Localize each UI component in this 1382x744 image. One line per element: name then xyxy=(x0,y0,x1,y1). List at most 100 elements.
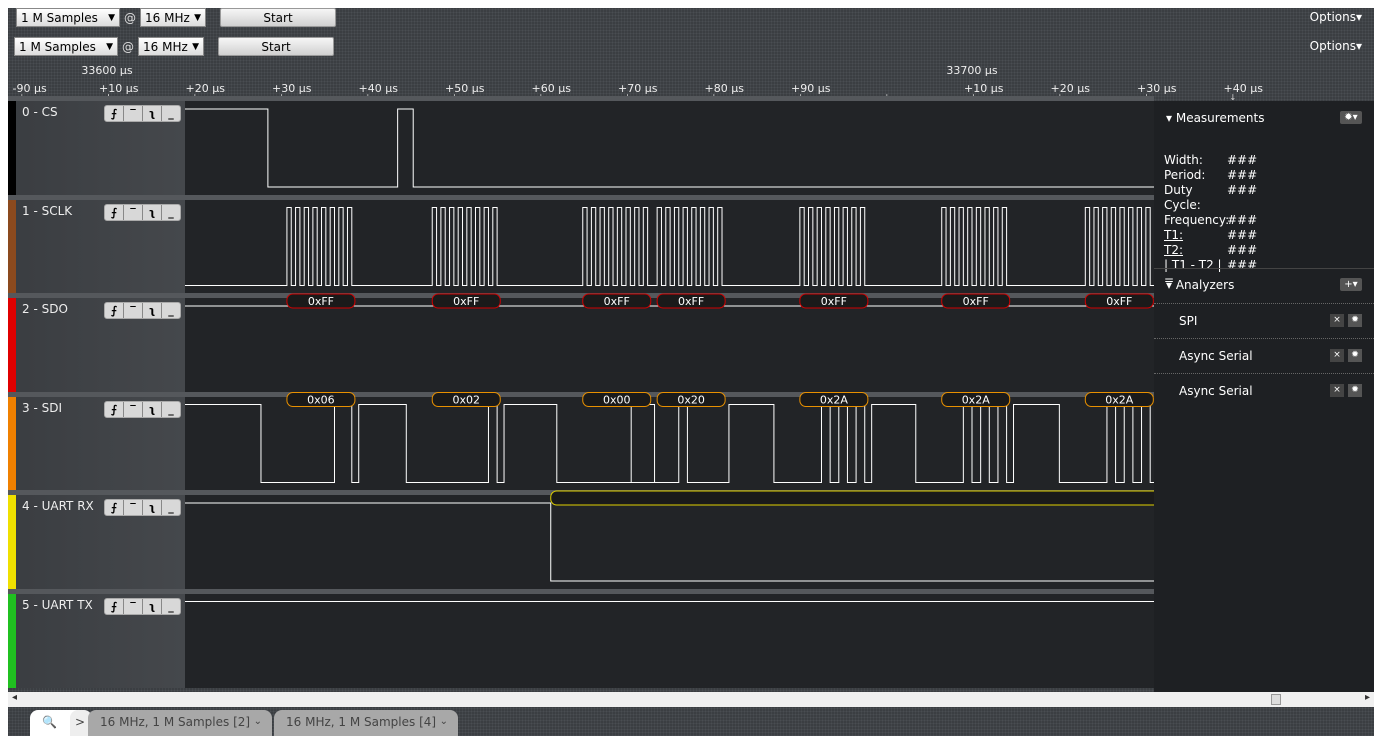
channel-label[interactable]: 1 - SCLK ⨍ ‾ ʅ _ xyxy=(8,199,185,294)
trigger-falling-icon[interactable]: ʅ xyxy=(143,598,162,614)
sample-count-select[interactable]: 1 M Samples ▼ xyxy=(16,8,120,27)
analyzers-header[interactable]: ▾ Analyzers xyxy=(1166,278,1234,292)
measurement-value: ### xyxy=(1227,183,1258,197)
ruler-major-label: 33700 µs xyxy=(946,64,998,77)
decoded-byte-label: 0x2A xyxy=(820,394,849,407)
scroll-thumb[interactable] xyxy=(1271,694,1281,705)
trigger-high-icon[interactable]: ‾ xyxy=(124,401,143,417)
start-button[interactable]: Start xyxy=(218,37,334,56)
decoded-byte-label: 0xFF xyxy=(963,295,989,308)
sample-count-value: 1 M Samples xyxy=(21,10,98,25)
analyzer-name: Async Serial xyxy=(1179,349,1253,363)
trigger-high-icon[interactable]: ‾ xyxy=(124,204,143,220)
trigger-rising-icon[interactable]: ⨍ xyxy=(105,401,124,417)
decoded-byte-label: 0xFF xyxy=(1106,295,1132,308)
channel-label[interactable]: 0 - CS ⨍ ‾ ʅ _ xyxy=(8,101,185,195)
measurement-label[interactable]: T1: xyxy=(1164,228,1227,243)
trigger-high-icon[interactable]: ‾ xyxy=(124,500,143,515)
trigger-falling-icon[interactable]: ʅ xyxy=(143,204,162,220)
decoded-byte-label: 0x2A xyxy=(962,394,991,407)
measurements-gear-button[interactable]: ✹▾ xyxy=(1340,111,1362,124)
analyzer-settings-gear-icon[interactable]: ✹ xyxy=(1348,384,1362,397)
more-icon: > xyxy=(75,715,86,729)
trigger-falling-icon[interactable]: ʅ xyxy=(143,106,162,121)
measurement-label: Duty Cycle: xyxy=(1164,183,1201,212)
sample-count-select[interactable]: 1 M Samples ▼ xyxy=(14,37,118,56)
chevron-down-icon: ▼ xyxy=(108,12,115,23)
uart-frame-bubble[interactable] xyxy=(550,490,1154,506)
capture-toolbar: 1 M Samples ▼ @ 16 MHz ▼ Start xyxy=(16,8,336,27)
measurement-row: T1: ### xyxy=(1164,228,1257,243)
trigger-high-icon[interactable]: ‾ xyxy=(124,598,143,614)
trigger-low-icon[interactable]: _ xyxy=(162,500,180,515)
measurement-value: ### xyxy=(1227,168,1258,182)
analyzer-item[interactable]: Async Serial × ✹ xyxy=(1154,338,1374,373)
at-label: @ xyxy=(122,39,134,54)
measurement-row: Frequency: ### xyxy=(1164,213,1257,228)
decoded-byte-label: 0x06 xyxy=(307,394,335,407)
analyzer-name: Async Serial xyxy=(1179,384,1253,398)
trigger-low-icon[interactable]: _ xyxy=(162,106,180,121)
trigger-high-icon[interactable]: ‾ xyxy=(124,303,143,318)
sample-rate-select[interactable]: 16 MHz ▼ xyxy=(138,37,204,56)
trigger-rising-icon[interactable]: ⨍ xyxy=(105,303,124,318)
remove-analyzer-button[interactable]: × xyxy=(1330,384,1344,397)
chevron-down-icon: ▼ xyxy=(194,12,201,23)
waveform-area[interactable]: 0xFF 0x06 0xFF 0x02 0xFF 0x00 0xFF 0x20 0xFF 0x2A… xyxy=(185,101,1154,692)
tab-capture-4[interactable]: 16 MHz, 1 M Samples [4] ⌄ xyxy=(274,710,458,736)
remove-analyzer-button[interactable]: × xyxy=(1330,314,1344,327)
trigger-rising-icon[interactable]: ⨍ xyxy=(105,598,124,614)
channel-color-strip xyxy=(8,199,16,294)
analyzer-settings-gear-icon[interactable]: ✹ xyxy=(1348,314,1362,327)
trigger-falling-icon[interactable]: ʅ xyxy=(143,303,162,318)
analyzer-settings-gear-icon[interactable]: ✹ xyxy=(1348,349,1362,362)
logic-analyzer-window: 1 M Samples ▼ @ 16 MHz ▼ Start Options▾ 1 … xyxy=(8,8,1374,736)
trigger-low-icon[interactable]: _ xyxy=(162,303,180,318)
capture-toolbar: 1 M Samples ▼ @ 16 MHz ▼ Start xyxy=(14,37,334,56)
sclk-waveform xyxy=(185,207,1154,286)
channel-label[interactable]: 2 - SDO ⨍ ‾ ʅ _ xyxy=(8,298,185,392)
channel-name: 2 - SDO xyxy=(22,302,68,316)
decoded-byte-label: 0xFF xyxy=(453,295,479,308)
trigger-falling-icon[interactable]: ʅ xyxy=(143,401,162,417)
options-menu[interactable]: Options▾ xyxy=(1310,39,1362,53)
analyzer-item[interactable]: SPI × ✹ xyxy=(1154,303,1374,338)
decoded-byte-label: 0x00 xyxy=(603,394,631,407)
tab-capture-2[interactable]: 16 MHz, 1 M Samples [2] ⌄ xyxy=(88,710,272,736)
trigger-rising-icon[interactable]: ⨍ xyxy=(105,500,124,515)
sample-count-value: 1 M Samples xyxy=(19,39,96,54)
search-icon: 🔍 xyxy=(42,715,57,729)
decoded-byte-label: 0x2A xyxy=(1105,394,1134,407)
analyzers-title: Analyzers xyxy=(1175,278,1235,292)
cs-waveform xyxy=(185,108,1154,188)
scroll-left-icon[interactable]: ◂ xyxy=(12,692,17,703)
channel-label[interactable]: 5 - UART TX ⨍ ‾ ʅ _ xyxy=(8,593,185,688)
trigger-low-icon[interactable]: _ xyxy=(162,599,180,614)
decoded-byte-label: 0xFF xyxy=(821,295,847,308)
channel-color-strip xyxy=(8,593,16,688)
trigger-high-icon[interactable]: ‾ xyxy=(124,106,143,121)
chevron-down-icon: ⌄ xyxy=(439,716,448,727)
scroll-right-icon[interactable]: ▸ xyxy=(1365,692,1370,703)
trigger-low-icon[interactable]: _ xyxy=(162,205,180,220)
channel-label[interactable]: 4 - UART RX ⨍ ‾ ʅ _ xyxy=(8,495,185,589)
analyzer-item[interactable]: Async Serial × ✹ xyxy=(1154,373,1374,408)
analyzer-name: SPI xyxy=(1179,314,1198,328)
measurement-label: Frequency: xyxy=(1164,213,1230,227)
add-analyzer-button[interactable]: +▾ xyxy=(1340,278,1362,291)
trigger-rising-icon[interactable]: ⨍ xyxy=(105,204,124,220)
measurement-label[interactable]: T2: xyxy=(1164,243,1227,258)
decoded-byte-label: 0xFF xyxy=(678,295,704,308)
remove-analyzer-button[interactable]: × xyxy=(1330,349,1344,362)
trigger-falling-icon[interactable]: ʅ xyxy=(143,500,162,515)
options-menu[interactable]: Options▾ xyxy=(1310,10,1362,24)
horizontal-scrollbar[interactable]: ◂ ▸ xyxy=(8,692,1374,707)
start-button[interactable]: Start xyxy=(220,8,336,27)
sdi-waveform xyxy=(185,404,1154,483)
channel-color-strip xyxy=(8,298,16,392)
channel-label[interactable]: 3 - SDI ⨍ ‾ ʅ _ xyxy=(8,396,185,491)
trigger-low-icon[interactable]: _ xyxy=(162,402,180,417)
trigger-rising-icon[interactable]: ⨍ xyxy=(105,106,124,121)
sample-rate-select[interactable]: 16 MHz ▼ xyxy=(140,8,206,27)
measurements-header[interactable]: ▾ Measurements xyxy=(1166,111,1264,125)
